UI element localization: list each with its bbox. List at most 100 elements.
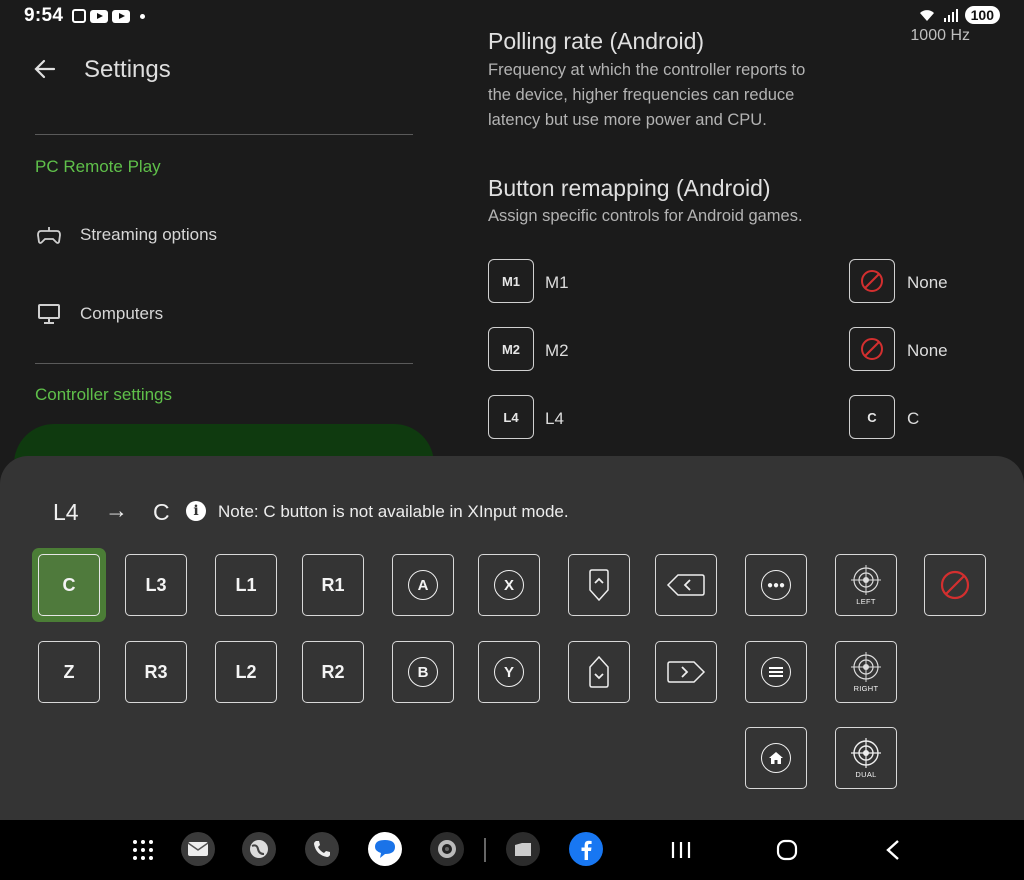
status-right: 100 <box>917 6 1000 24</box>
more-notifications-icon <box>140 13 145 19</box>
key-dpad-up[interactable] <box>568 554 630 616</box>
button-remapping-title: Button remapping (Android) <box>488 175 771 201</box>
key-dpad-left[interactable] <box>655 554 717 616</box>
key-a-label: A <box>408 570 438 600</box>
home-icon <box>761 743 791 773</box>
divider <box>35 363 413 364</box>
key-r1[interactable]: R1 <box>302 554 364 616</box>
key-b-label: B <box>408 657 438 687</box>
nav-streaming-options[interactable]: Streaming options <box>36 222 217 248</box>
remap-to-none-button[interactable] <box>849 327 895 371</box>
facebook-f-icon <box>581 840 592 860</box>
dpad-down-icon <box>589 655 609 688</box>
key-home[interactable] <box>745 727 807 789</box>
phone-icon <box>314 841 330 857</box>
status-time: 9:54 <box>24 5 64 26</box>
remap-from-m2-label: M2 <box>545 341 569 360</box>
forbidden-icon <box>861 270 883 292</box>
crosshair-left-icon <box>851 564 881 595</box>
key-b[interactable]: B <box>392 641 454 703</box>
crosshair-dual-icon <box>851 737 881 768</box>
back-button-icon[interactable] <box>882 838 904 862</box>
forbidden-icon <box>940 570 970 600</box>
page-title: Settings <box>84 56 171 83</box>
envelope-icon <box>187 842 209 856</box>
key-l2[interactable]: L2 <box>215 641 277 703</box>
key-none[interactable] <box>924 554 986 616</box>
remap-to-c-button[interactable]: C <box>849 395 895 439</box>
nav-computers-label: Computers <box>80 304 164 323</box>
key-x-label: X <box>494 570 524 600</box>
key-z[interactable]: Z <box>38 641 100 703</box>
hamburger-menu-icon <box>761 657 791 687</box>
key-start-menu[interactable] <box>745 641 807 703</box>
key-target-dual[interactable]: DUAL <box>835 727 897 789</box>
divider <box>35 134 413 135</box>
key-x[interactable]: X <box>478 554 540 616</box>
remap-from-m2-button[interactable]: M2 <box>488 327 534 371</box>
folder-icon <box>515 843 531 856</box>
key-y-label: Y <box>494 657 524 687</box>
key-r2[interactable]: R2 <box>302 641 364 703</box>
polling-rate-title: Polling rate (Android) <box>488 28 705 54</box>
nav-streaming-label: Streaming options <box>80 225 218 244</box>
key-dpad-right[interactable] <box>655 641 717 703</box>
dpad-up-icon <box>589 569 609 602</box>
remap-to-none-label: None <box>907 273 948 292</box>
key-l3[interactable]: L3 <box>125 554 187 616</box>
wifi-icon <box>919 10 934 21</box>
info-icon: i <box>186 501 206 521</box>
key-target-right[interactable]: RIGHT <box>835 641 897 703</box>
key-l1[interactable]: L1 <box>215 554 277 616</box>
sheet-to-label: C <box>153 499 170 525</box>
remap-from-l4-button[interactable]: L4 <box>488 395 534 439</box>
target-left-caption: LEFT <box>856 596 876 606</box>
remap-from-l4-label: L4 <box>545 409 564 428</box>
nav-computers[interactable]: Computers <box>36 301 163 327</box>
polling-rate-value[interactable]: 1000 Hz <box>910 27 970 45</box>
phone-app-icon[interactable] <box>305 832 339 866</box>
mapping-arrow: → <box>105 497 128 523</box>
remap-to-none-label: None <box>907 341 948 360</box>
messages-app-icon[interactable] <box>368 832 402 866</box>
key-r3[interactable]: R3 <box>125 641 187 703</box>
key-y[interactable]: Y <box>478 641 540 703</box>
button-remapping-desc: Assign specific controls for Android gam… <box>488 207 803 225</box>
sheet-from-label: L4 <box>53 499 79 525</box>
key-a[interactable]: A <box>392 554 454 616</box>
recent-app-icon[interactable] <box>506 832 540 866</box>
dpad-right-icon <box>667 661 706 683</box>
monitor-icon <box>38 304 60 324</box>
target-right-caption: RIGHT <box>853 683 879 693</box>
battery-badge: 100 <box>964 6 1000 24</box>
xinput-note: Note: C button is not available in XInpu… <box>218 502 569 521</box>
key-dpad-down[interactable] <box>568 641 630 703</box>
forbidden-icon <box>861 338 883 360</box>
target-dual-caption: DUAL <box>855 769 877 779</box>
email-app-icon[interactable] <box>181 832 215 866</box>
camera-app-icon[interactable] <box>430 832 464 866</box>
remap-to-none-button[interactable] <box>849 259 895 303</box>
camera-lens-icon <box>438 840 456 858</box>
browser-app-icon[interactable] <box>242 832 276 866</box>
youtube-icon <box>112 9 130 23</box>
key-menu-more[interactable]: ●●● <box>745 554 807 616</box>
more-dots-icon: ●●● <box>761 570 791 600</box>
desc-line: Frequency at which the controller report… <box>488 61 806 79</box>
recents-button-icon[interactable] <box>670 840 692 860</box>
app-drawer-icon[interactable] <box>131 838 155 862</box>
polling-rate-desc: Frequency at which the controller report… <box>488 58 805 133</box>
key-c[interactable]: C <box>38 554 100 616</box>
key-target-left[interactable]: LEFT <box>835 554 897 616</box>
gamepad-icon <box>37 227 61 244</box>
remap-to-c-label: C <box>907 409 920 428</box>
facebook-app-icon[interactable] <box>569 832 603 866</box>
home-button-icon[interactable] <box>775 838 799 862</box>
crosshair-right-icon <box>851 651 881 682</box>
back-arrow-icon[interactable] <box>34 58 56 80</box>
signal-icon <box>943 9 958 22</box>
section-controller-settings: Controller settings <box>35 385 173 404</box>
dpad-left-icon <box>666 574 705 596</box>
remap-from-m1-button[interactable]: M1 <box>488 259 534 303</box>
chat-bubble-icon <box>375 840 395 858</box>
